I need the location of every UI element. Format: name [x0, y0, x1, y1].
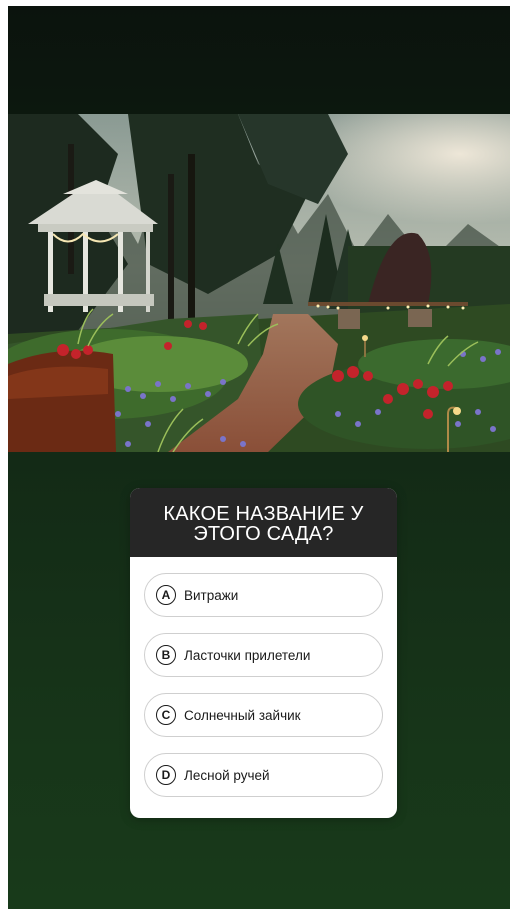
option-letter-c: C [156, 705, 176, 725]
option-letter-d: D [156, 765, 176, 785]
quiz-header: КАКОЕ НАЗВАНИЕ У ЭТОГО САДА? [130, 488, 397, 557]
quiz-question: КАКОЕ НАЗВАНИЕ У ЭТОГО САДА? [163, 502, 364, 545]
option-letter-b: B [156, 645, 176, 665]
quiz-option-c[interactable]: C Солнечный зайчик [144, 693, 383, 737]
quiz-option-d[interactable]: D Лесной ручей [144, 753, 383, 797]
quiz-option-a[interactable]: A Витражи [144, 573, 383, 617]
quiz-options: A Витражи B Ласточки прилетели C Солнечн… [130, 557, 397, 797]
garden-photo [8, 114, 510, 452]
quiz-card: КАКОЕ НАЗВАНИЕ У ЭТОГО САДА? A Витражи B… [130, 488, 397, 818]
option-text-b: Ласточки прилетели [184, 647, 311, 663]
option-text-a: Витражи [184, 587, 239, 603]
quiz-option-b[interactable]: B Ласточки прилетели [144, 633, 383, 677]
option-letter-a: A [156, 585, 176, 605]
option-text-c: Солнечный зайчик [184, 707, 301, 723]
story-frame: КАКОЕ НАЗВАНИЕ У ЭТОГО САДА? A Витражи B… [8, 6, 510, 909]
option-text-d: Лесной ручей [184, 767, 270, 783]
